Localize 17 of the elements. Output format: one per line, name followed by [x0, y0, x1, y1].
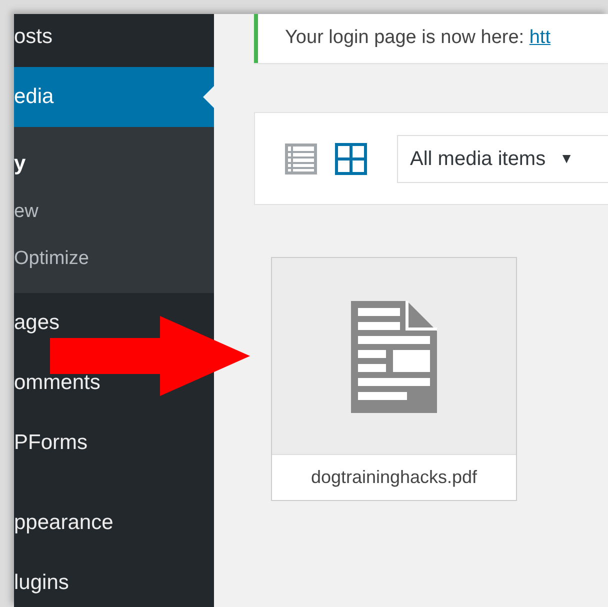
sidebar-item[interactable]: omments: [14, 372, 100, 394]
document-icon: [351, 301, 437, 413]
login-link[interactable]: htt: [529, 27, 550, 48]
media-attachment[interactable]: dogtraininghacks.pdf: [271, 257, 517, 501]
media-filter-select[interactable]: All media items ▼: [397, 134, 608, 182]
sidebar-item[interactable]: ages: [14, 312, 60, 334]
sidebar-item[interactable]: lugins: [14, 572, 69, 594]
sidebar-item[interactable]: PForms: [14, 432, 88, 454]
grid-view-icon[interactable]: [335, 142, 367, 174]
notice-text: Your login page is now here: htt: [285, 26, 550, 50]
sidebar-item[interactable]: ppearance: [14, 512, 114, 534]
sidebar-item[interactable]: osts: [14, 26, 53, 48]
submenu-item[interactable]: y: [14, 153, 26, 176]
sidebar-item[interactable]: edia: [14, 86, 54, 108]
submenu-item[interactable]: ew: [14, 202, 38, 222]
file-name: dogtraininghacks.pdf: [310, 466, 478, 489]
submenu-item[interactable]: Optimize: [14, 248, 89, 268]
